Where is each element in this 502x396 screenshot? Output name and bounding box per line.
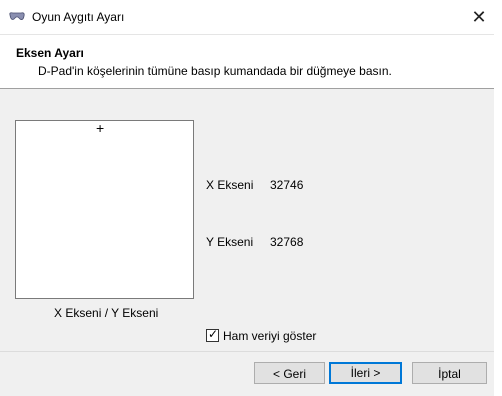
page-title: Eksen Ayarı — [16, 46, 84, 60]
check-icon: ✓ — [208, 327, 219, 341]
instruction-text: D-Pad'in köşelerinin tümüne basıp kumand… — [38, 64, 392, 78]
y-axis-value: 32768 — [270, 235, 304, 249]
back-button[interactable]: < Geri — [254, 362, 325, 384]
x-axis-label: X Ekseni — [206, 178, 254, 192]
divider — [0, 351, 494, 352]
xy-axis-display: + — [15, 120, 194, 299]
title-bar: Oyun Aygıtı Ayarı ✕ — [0, 0, 494, 35]
window-title: Oyun Aygıtı Ayarı — [32, 10, 125, 24]
close-button[interactable]: ✕ — [466, 2, 492, 32]
gamepad-icon — [8, 11, 26, 23]
cancel-button[interactable]: İptal — [412, 362, 487, 384]
crosshair-icon: + — [96, 120, 105, 136]
x-axis-value: 32746 — [270, 178, 304, 192]
xy-axis-caption: X Ekseni / Y Ekseni — [54, 306, 159, 320]
header-panel: Eksen Ayarı D-Pad'in köşelerinin tümüne … — [0, 35, 494, 89]
y-axis-label: Y Ekseni — [206, 235, 254, 249]
background-window-strip — [494, 0, 502, 396]
next-button[interactable]: İleri > — [329, 362, 402, 384]
checkbox-box[interactable]: ✓ — [206, 327, 219, 342]
raw-data-label[interactable]: Ham veriyi göster — [223, 329, 316, 343]
